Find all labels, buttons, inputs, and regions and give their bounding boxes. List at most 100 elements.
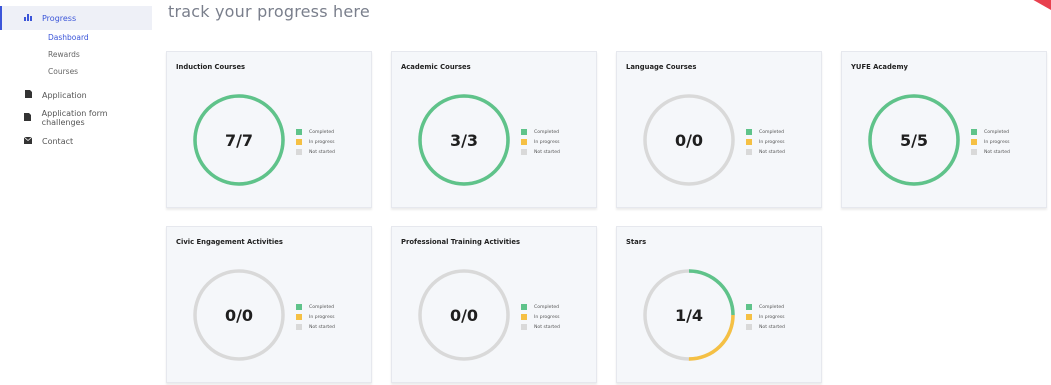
progress-card: Civic Engagement Activities 0/0 Completed I… <box>166 226 372 383</box>
legend-swatch <box>971 129 977 135</box>
card-title: Civic Engagement Activities <box>176 238 283 246</box>
legend-item-in-progress: In progress <box>746 137 785 147</box>
legend-label: Not started <box>309 324 335 330</box>
legend-label: Not started <box>759 324 785 330</box>
legend-swatch <box>296 314 302 320</box>
sidebar-item-progress[interactable]: Progress <box>0 6 152 30</box>
document-icon <box>22 90 34 100</box>
card-title: Stars <box>626 238 647 246</box>
legend-item-not-started: Not started <box>746 322 785 332</box>
legend: Completed In progress Not started <box>296 302 335 332</box>
legend-label: In progress <box>759 139 785 145</box>
legend-label: Completed <box>534 304 560 310</box>
legend: Completed In progress Not started <box>746 302 785 332</box>
progress-value: 7/7 <box>224 130 254 150</box>
progress-value: 5/5 <box>899 130 929 150</box>
legend-item-in-progress: In progress <box>521 312 560 322</box>
sidebar-item-application[interactable]: Application <box>0 88 87 102</box>
sidebar-item-label: Contact <box>42 136 74 146</box>
sidebar-item-application-form-challenges[interactable]: Application form challenges <box>0 109 150 127</box>
legend-label: Completed <box>984 129 1010 135</box>
legend-item-not-started: Not started <box>971 147 1010 157</box>
legend-label: In progress <box>309 314 335 320</box>
legend-label: In progress <box>984 139 1010 145</box>
legend-swatch <box>521 324 527 330</box>
legend-item-completed: Completed <box>521 127 560 137</box>
progress-value: 0/0 <box>674 130 704 150</box>
sidebar-subitem-dashboard[interactable]: Dashboard <box>48 33 89 42</box>
legend-label: Completed <box>759 129 785 135</box>
card-title: Professional Training Activities <box>401 238 521 246</box>
legend-swatch <box>746 149 752 155</box>
legend-swatch <box>971 139 977 145</box>
legend-swatch <box>746 129 752 135</box>
legend-swatch <box>746 324 752 330</box>
legend-swatch <box>746 304 752 310</box>
legend-label: Not started <box>309 149 335 155</box>
legend-item-in-progress: In progress <box>971 137 1010 147</box>
legend: Completed In progress Not started <box>296 127 335 157</box>
progress-card: Professional Training Activities 0/0 Compl… <box>391 226 597 383</box>
legend-item-not-started: Not started <box>296 322 335 332</box>
page-title: track your progress here <box>168 2 370 21</box>
legend-item-not-started: Not started <box>521 322 560 332</box>
legend-label: Completed <box>309 304 335 310</box>
legend-item-not-started: Not started <box>521 147 560 157</box>
legend-label: In progress <box>759 314 785 320</box>
legend-swatch <box>971 149 977 155</box>
legend-swatch <box>521 149 527 155</box>
legend-swatch <box>746 139 752 145</box>
legend-label: In progress <box>534 314 560 320</box>
sidebar-subitem-courses[interactable]: Courses <box>48 67 78 76</box>
progress-card: Academic Courses 3/3 Completed In progress N… <box>391 51 597 208</box>
legend-swatch <box>296 304 302 310</box>
legend: Completed In progress Not started <box>521 127 560 157</box>
legend: Completed In progress Not started <box>521 302 560 332</box>
sidebar-item-contact[interactable]: Contact <box>0 134 73 148</box>
legend-label: Not started <box>534 324 560 330</box>
legend-label: Completed <box>759 304 785 310</box>
card-title: Induction Courses <box>176 63 246 71</box>
progress-card: YUFE Academy 5/5 Completed In progress Not s… <box>841 51 1047 208</box>
card-title: Language Courses <box>626 63 697 71</box>
card-title: YUFE Academy <box>851 63 908 71</box>
legend-swatch <box>521 139 527 145</box>
legend-swatch <box>296 129 302 135</box>
legend-item-completed: Completed <box>746 127 785 137</box>
legend-item-completed: Completed <box>746 302 785 312</box>
legend-label: Not started <box>534 149 560 155</box>
legend-swatch <box>746 314 752 320</box>
progress-card: Stars 1/4 Completed In progress Not started <box>616 226 822 383</box>
legend-item-completed: Completed <box>296 127 335 137</box>
legend-swatch <box>521 129 527 135</box>
legend-item-completed: Completed <box>521 302 560 312</box>
progress-value: 0/0 <box>224 305 254 325</box>
legend-item-in-progress: In progress <box>296 312 335 322</box>
sidebar-item-label: Application <box>42 90 87 100</box>
legend-item-not-started: Not started <box>746 147 785 157</box>
legend-label: In progress <box>309 139 335 145</box>
progress-value: 3/3 <box>449 130 479 150</box>
sidebar-subitem-rewards[interactable]: Rewards <box>48 50 80 59</box>
legend-swatch <box>296 139 302 145</box>
progress-value: 1/4 <box>674 305 704 325</box>
legend-item-not-started: Not started <box>296 147 335 157</box>
legend-label: Completed <box>534 129 560 135</box>
legend-item-completed: Completed <box>296 302 335 312</box>
sidebar-item-label: Application form challenges <box>41 109 108 127</box>
legend-item-in-progress: In progress <box>521 137 560 147</box>
corner-decoration <box>1033 0 1051 10</box>
progress-value: 0/0 <box>449 305 479 325</box>
envelope-icon <box>22 136 34 146</box>
legend: Completed In progress Not started <box>971 127 1010 157</box>
sidebar: Progress Dashboard Rewards Courses Appli… <box>0 0 152 385</box>
legend: Completed In progress Not started <box>746 127 785 157</box>
progress-card: Language Courses 0/0 Completed In progress N… <box>616 51 822 208</box>
legend-label: Not started <box>759 149 785 155</box>
progress-card: Induction Courses 7/7 Completed In progress… <box>166 51 372 208</box>
sidebar-item-label: Progress <box>42 13 77 23</box>
legend-swatch <box>296 149 302 155</box>
legend-item-in-progress: In progress <box>746 312 785 322</box>
legend-label: Not started <box>984 149 1010 155</box>
legend-item-completed: Completed <box>971 127 1010 137</box>
